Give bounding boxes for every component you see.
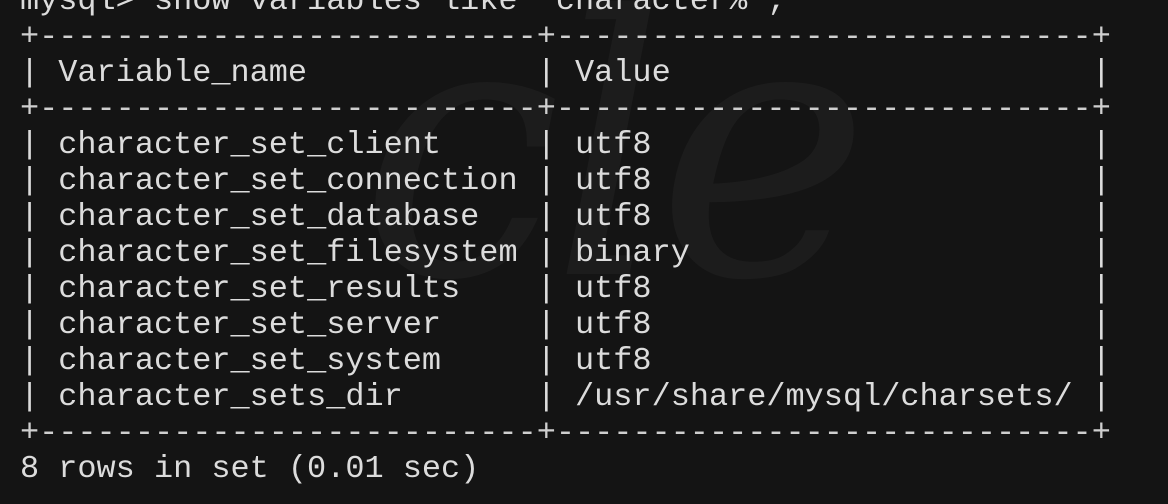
terminal-output: mysql> show variables like 'character%';… — [20, 0, 1111, 487]
value-cell: utf8 — [575, 306, 1073, 343]
table-border-top: +--------------------------+------------… — [20, 18, 1111, 55]
table-row: | character_set_server | utf8 | — [20, 306, 1111, 343]
variable-name-cell: character_set_client — [58, 126, 518, 163]
prompt-line: mysql> show variables like 'character%'; — [20, 0, 786, 19]
variable-name-cell: character_set_results — [58, 270, 518, 307]
value-cell: utf8 — [575, 162, 1073, 199]
variable-name-cell: character_set_filesystem — [58, 234, 518, 271]
variable-name-cell: character_set_connection — [58, 162, 518, 199]
value-cell: binary — [575, 234, 1073, 271]
table-header-row: | Variable_name | Value | — [20, 54, 1111, 91]
variable-name-cell: character_set_database — [58, 198, 518, 235]
value-cell: utf8 — [575, 342, 1073, 379]
column-header-value: Value — [575, 54, 1073, 91]
variable-name-cell: character_sets_dir — [58, 378, 518, 415]
value-cell: utf8 — [575, 198, 1073, 235]
table-border-bottom: +--------------------------+------------… — [20, 414, 1111, 451]
table-row: | character_set_database | utf8 | — [20, 198, 1111, 235]
value-cell: /usr/share/mysql/charsets/ — [575, 378, 1073, 415]
value-cell: utf8 — [575, 270, 1073, 307]
terminal-window[interactable]: cle mysql> show variables like 'characte… — [0, 0, 1168, 504]
value-cell: utf8 — [575, 126, 1073, 163]
variable-name-cell: character_set_server — [58, 306, 518, 343]
table-row: | character_set_connection | utf8 | — [20, 162, 1111, 199]
table-border-middle: +--------------------------+------------… — [20, 90, 1111, 127]
table-row: | character_set_client | utf8 | — [20, 126, 1111, 163]
table-row: | character_set_system | utf8 | — [20, 342, 1111, 379]
table-row: | character_set_results | utf8 | — [20, 270, 1111, 307]
table-body: | character_set_client | utf8 | | charact… — [20, 127, 1111, 415]
column-header-variable-name: Variable_name — [58, 54, 518, 91]
variable-name-cell: character_set_system — [58, 342, 518, 379]
table-row: | character_sets_dir | /usr/share/mysql/… — [20, 378, 1111, 415]
table-row: | character_set_filesystem | binary | — [20, 234, 1111, 271]
query-summary: 8 rows in set (0.01 sec) — [20, 450, 480, 487]
